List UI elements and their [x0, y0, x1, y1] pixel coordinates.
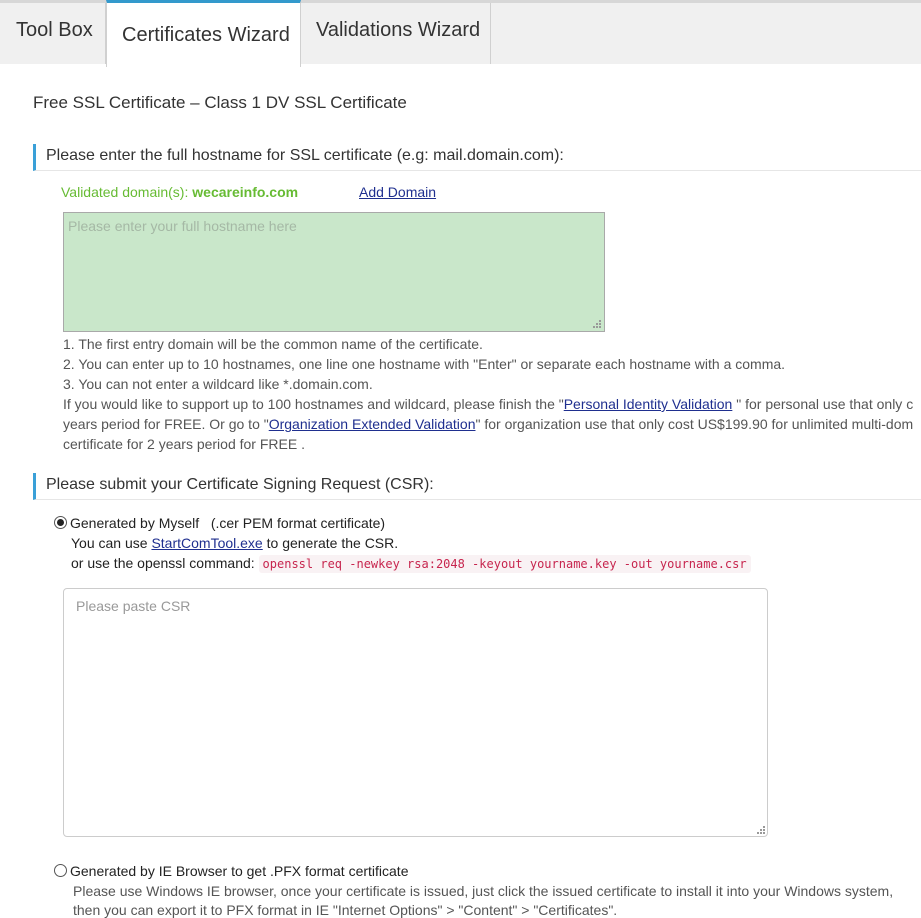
tab-validations-wizard[interactable]: Validations Wizard [301, 3, 491, 64]
csr-section-heading: Please submit your Certificate Signing R… [33, 473, 921, 500]
note-line: 1. The first entry domain will be the co… [63, 336, 483, 352]
hostname-section-heading: Please enter the full hostname for SSL c… [33, 144, 921, 171]
hostname-input[interactable] [63, 212, 605, 332]
note-line: 2. You can enter up to 10 hostnames, one… [63, 356, 786, 372]
note-line: If you would like to support up to 100 h… [63, 396, 914, 412]
openssl-command: openssl req -newkey rsa:2048 -keyout you… [258, 555, 751, 573]
add-domain-link[interactable]: Add Domain [359, 184, 436, 200]
tab-bar: Tool Box Certificates Wizard Validations… [0, 0, 921, 67]
startcomtool-link[interactable]: StartComTool.exe [151, 535, 262, 551]
validated-domains: Validated domain(s): wecareinfo.com [61, 184, 298, 200]
csr-tool-line: You can use StartComTool.exe to generate… [71, 535, 399, 551]
resize-grip-icon[interactable] [757, 826, 765, 834]
csr-option-myself-radio[interactable] [54, 516, 67, 529]
resize-grip-icon[interactable] [593, 320, 601, 328]
tab-certificates-wizard[interactable]: Certificates Wizard [106, 0, 301, 67]
csr-option-myself-label[interactable]: Generated by Myself (.cer PEM format cer… [70, 515, 385, 531]
csr-option-ie-radio[interactable] [54, 864, 67, 877]
note-line: years period for FREE. Or go to "Organiz… [63, 416, 914, 432]
note-line: certificate for 2 years period for FREE … [63, 436, 305, 452]
personal-identity-validation-link[interactable]: Personal Identity Validation [564, 396, 733, 412]
validated-domain: wecareinfo.com [192, 184, 299, 200]
organization-extended-validation-link[interactable]: Organization Extended Validation [269, 416, 476, 432]
csr-input[interactable] [63, 588, 768, 837]
hostname-notes: 1. The first entry domain will be the co… [63, 334, 921, 454]
validated-label: Validated domain(s): [61, 184, 189, 200]
openssl-line: or use the openssl command: openssl req … [71, 555, 751, 573]
ie-option-note-2: then you can export it to PFX format in … [73, 902, 618, 918]
page-title: Free SSL Certificate – Class 1 DV SSL Ce… [33, 93, 407, 112]
ie-option-note: Please use Windows IE browser, once your… [73, 883, 894, 899]
note-line: 3. You can not enter a wildcard like *.d… [63, 376, 373, 392]
tab-tool-box[interactable]: Tool Box [0, 3, 106, 64]
csr-option-ie-label[interactable]: Generated by IE Browser to get .PFX form… [70, 863, 408, 879]
